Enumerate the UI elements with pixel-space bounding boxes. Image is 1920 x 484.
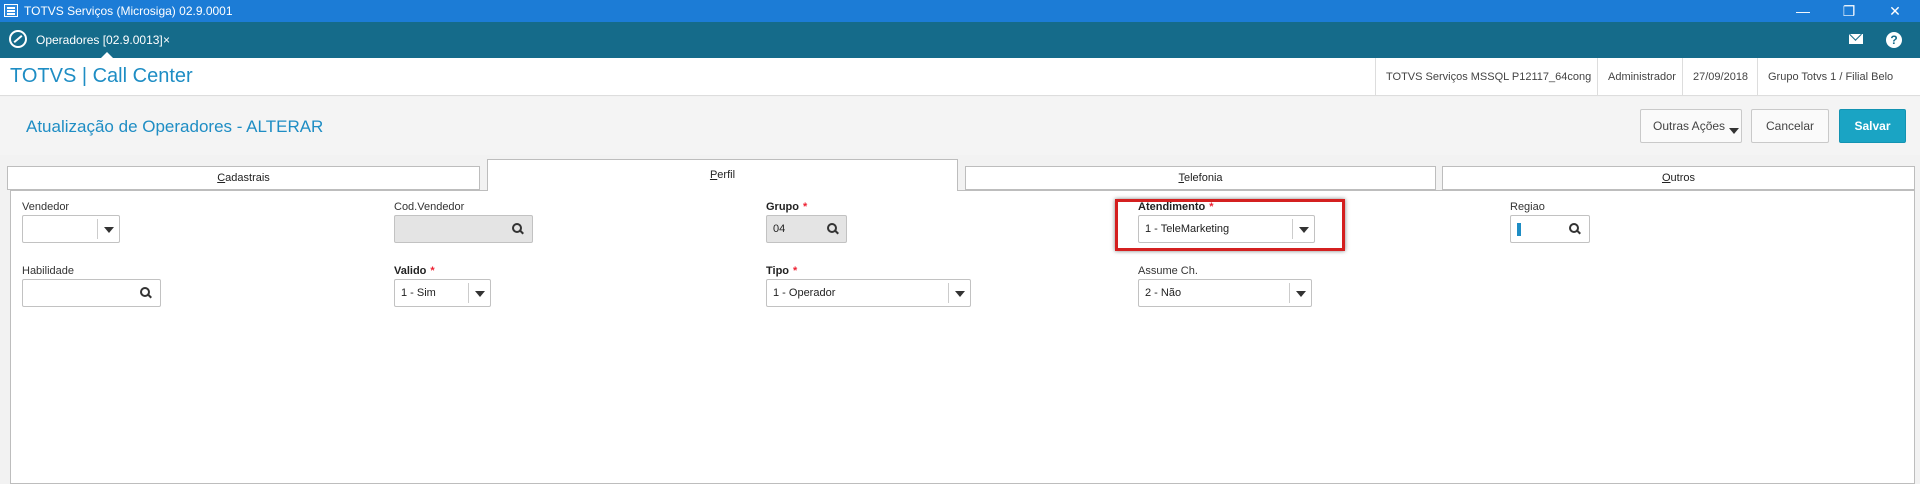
chevron-down-icon[interactable] <box>475 291 485 297</box>
grupo-value: 04 <box>773 223 786 235</box>
atendimento-value: 1 - TeleMarketing <box>1145 223 1230 235</box>
tab-perfil-label: erfil <box>717 169 736 181</box>
chevron-down-icon[interactable] <box>1296 291 1306 297</box>
home-icon[interactable] <box>9 30 27 48</box>
required-marker: * <box>430 265 435 277</box>
valido-label-text: Valido <box>394 265 427 277</box>
cod-vendedor-field <box>394 215 533 243</box>
tipo-value: 1 - Operador <box>773 287 836 299</box>
other-actions-label: Outras Ações <box>1653 119 1726 133</box>
tab-perfil[interactable]: Perfil <box>487 159 958 191</box>
select-separator <box>97 219 98 239</box>
tab-close-button[interactable]: × <box>163 22 170 58</box>
search-icon[interactable] <box>1569 223 1581 235</box>
tab-operadores[interactable]: Operadores [02.9.0013] <box>36 22 163 58</box>
atendimento-select[interactable]: 1 - TeleMarketing <box>1138 215 1315 243</box>
select-separator <box>1289 283 1290 303</box>
window-title: TOTVS Serviços (Microsiga) 02.9.0001 <box>24 4 233 18</box>
window-titlebar: TOTVS Serviços (Microsiga) 02.9.0001 — ❐… <box>0 0 1920 22</box>
perfil-panel: Vendedor Cod.Vendedor Grupo * 04 Atendime… <box>10 190 1915 484</box>
select-separator <box>1292 219 1293 239</box>
tab-outros-label: utros <box>1670 172 1696 184</box>
text-cursor <box>1517 223 1521 236</box>
module-title: TOTVS | Call Center <box>10 65 193 87</box>
valido-value: 1 - Sim <box>401 287 436 299</box>
restore-button[interactable]: ❐ <box>1826 0 1872 22</box>
assume-ch-value: 2 - Não <box>1145 287 1182 299</box>
regiao-label: Regiao <box>1510 201 1545 213</box>
tab-telefonia[interactable]: Telefonia <box>965 166 1436 190</box>
environment-info: TOTVS Serviços MSSQL P12117_64cong <box>1375 58 1601 96</box>
assume-ch-label: Assume Ch. <box>1138 265 1198 277</box>
chevron-down-icon[interactable] <box>104 227 114 233</box>
vendedor-select[interactable] <box>22 215 120 243</box>
date-info: 27/09/2018 <box>1682 58 1758 96</box>
tab-cadastrais[interactable]: Cadastrais <box>7 166 480 190</box>
tipo-label-text: Tipo <box>766 265 790 277</box>
chevron-down-icon <box>1729 128 1739 134</box>
grupo-label-text: Grupo <box>766 201 799 213</box>
search-icon[interactable] <box>512 223 524 235</box>
tab-cadastrais-mnemonic: C <box>217 172 226 184</box>
page-title: Atualização de Operadores - ALTERAR <box>26 117 324 136</box>
chevron-down-icon[interactable] <box>955 291 965 297</box>
required-marker: * <box>803 201 808 213</box>
other-actions-button[interactable]: Outras Ações <box>1640 109 1742 143</box>
module-header: TOTVS | Call Center TOTVS Serviços MSSQL… <box>0 58 1920 121</box>
valido-label: Valido * <box>394 265 435 277</box>
tab-telefonia-label: elefonia <box>1183 172 1223 184</box>
page-toolbar: Atualização de Operadores - ALTERAR Outr… <box>0 97 1920 155</box>
user-info: Administrador <box>1597 58 1686 96</box>
habilidade-field[interactable] <box>22 279 161 307</box>
select-separator <box>948 283 949 303</box>
required-marker: * <box>793 265 798 277</box>
assume-ch-select[interactable]: 2 - Não <box>1138 279 1312 307</box>
tab-outros-mnemonic: O <box>1661 172 1671 184</box>
tipo-label: Tipo * <box>766 265 797 277</box>
valido-select[interactable]: 1 - Sim <box>394 279 491 307</box>
search-icon[interactable] <box>140 287 152 299</box>
mail-icon[interactable] <box>1849 34 1863 44</box>
app-tabbar: Operadores [02.9.0013] × ? <box>0 22 1920 58</box>
tipo-select[interactable]: 1 - Operador <box>766 279 971 307</box>
minimize-button[interactable]: — <box>1780 0 1826 22</box>
select-separator <box>468 283 469 303</box>
close-window-button[interactable]: ✕ <box>1872 0 1918 22</box>
regiao-field[interactable] <box>1510 215 1590 243</box>
save-button[interactable]: Salvar <box>1839 109 1906 143</box>
cancel-button[interactable]: Cancelar <box>1751 109 1829 143</box>
help-icon[interactable]: ? <box>1886 32 1902 48</box>
grupo-field[interactable]: 04 <box>766 215 847 243</box>
chevron-down-icon[interactable] <box>1299 227 1309 233</box>
grupo-label: Grupo * <box>766 201 807 213</box>
vendedor-label: Vendedor <box>22 201 70 213</box>
branch-info: Grupo Totvs 1 / Filial Belo Hor <box>1757 58 1920 121</box>
tab-outros[interactable]: Outros <box>1442 166 1915 190</box>
search-icon[interactable] <box>827 223 839 235</box>
cod-vendedor-label: Cod.Vendedor <box>394 201 465 213</box>
app-icon <box>4 4 18 17</box>
tab-cadastrais-label: adastrais <box>225 172 270 184</box>
habilidade-label: Habilidade <box>22 265 74 277</box>
